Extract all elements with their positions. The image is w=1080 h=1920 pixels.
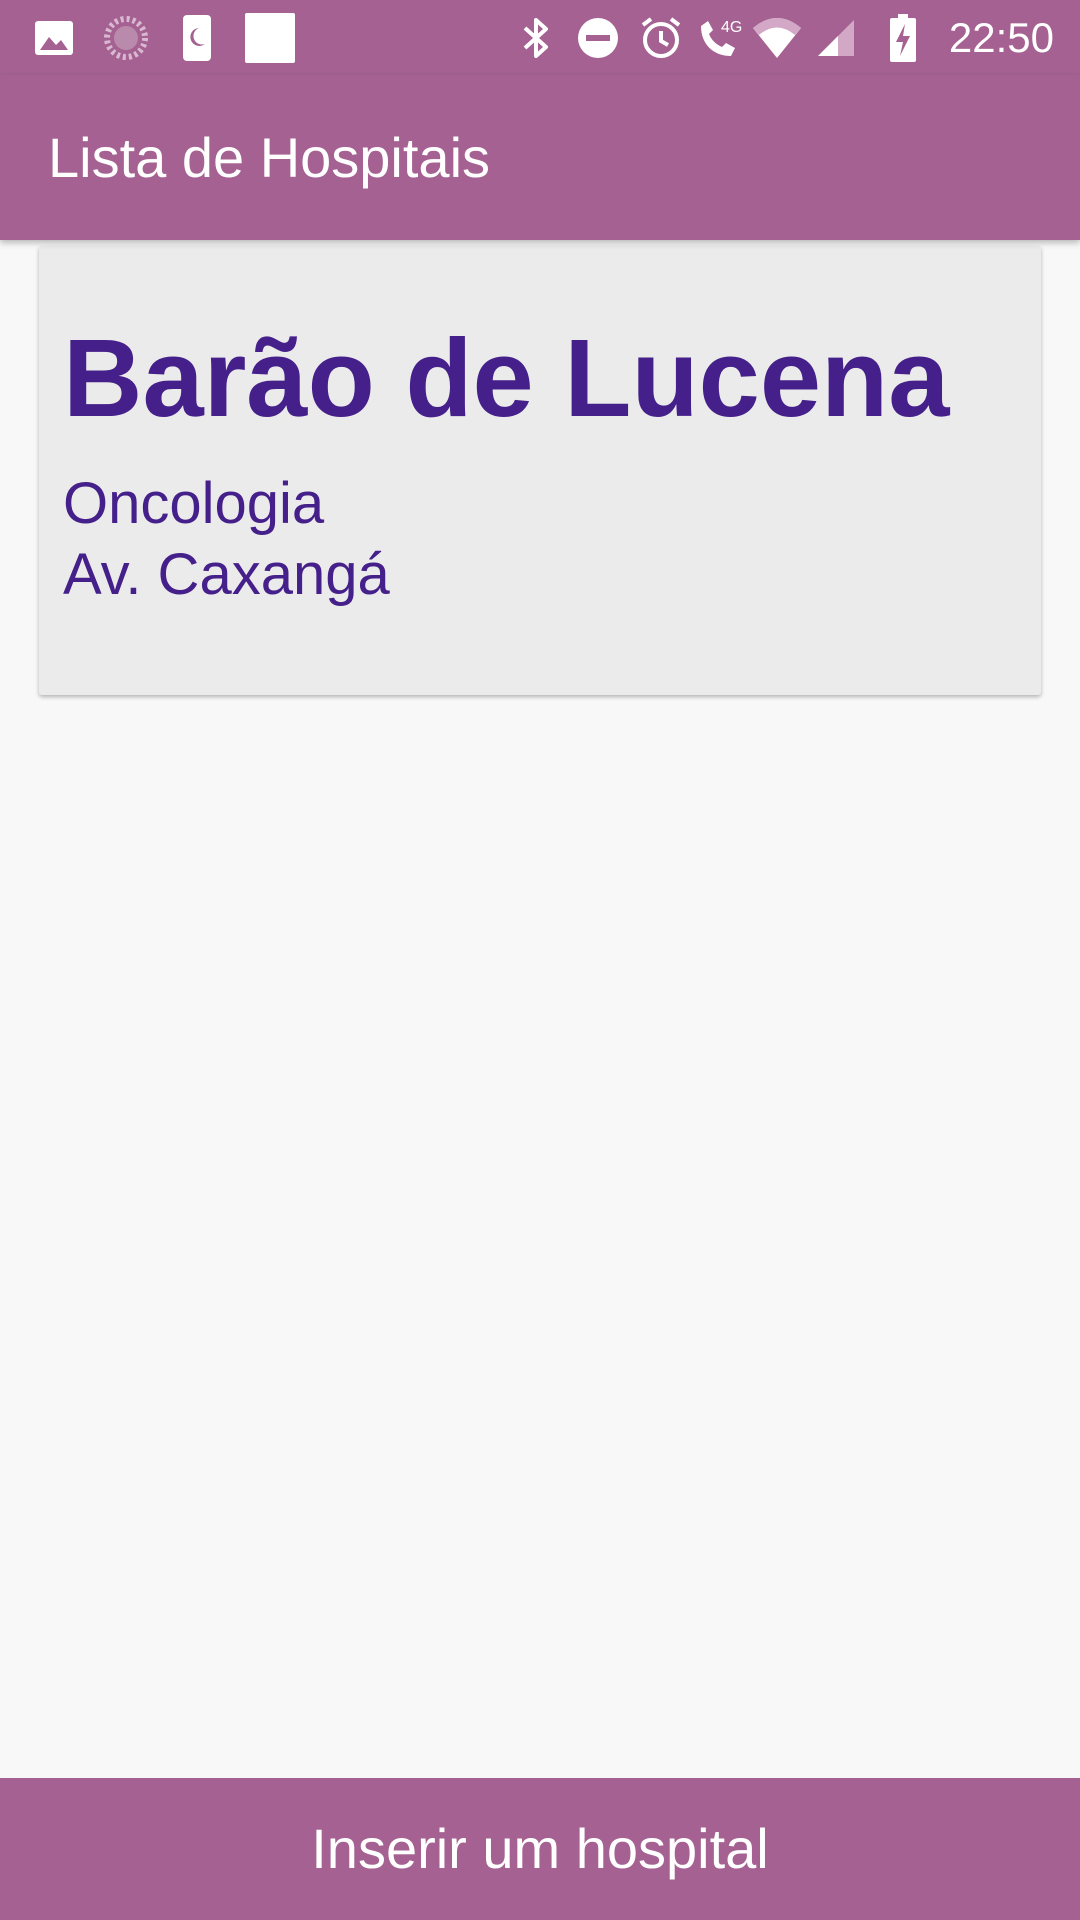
blank-square-icon [244, 10, 296, 66]
status-bar: 4G 22:50 [0, 0, 1080, 75]
loading-spinner-icon [102, 10, 150, 66]
image-icon [32, 10, 76, 66]
hospital-specialty: Oncologia [63, 471, 325, 536]
moon-icon [180, 10, 214, 66]
alarm-icon [638, 10, 684, 66]
network-type-label: 4G [721, 19, 742, 36]
hospital-list: Barão de Lucena Oncologia Av. Caxangá [0, 240, 1080, 1778]
bluetooth-icon [520, 10, 552, 66]
hospital-name: Barão de Lucena [63, 317, 950, 440]
battery-charging-icon [888, 10, 918, 66]
do-not-disturb-icon [575, 10, 621, 66]
app-bar: Lista de Hospitais [0, 75, 1080, 240]
insert-hospital-button[interactable]: Inserir um hospital [0, 1778, 1080, 1920]
hospital-card[interactable]: Barão de Lucena Oncologia Av. Caxangá [39, 246, 1041, 695]
page-title: Lista de Hospitais [48, 126, 491, 189]
status-time: 22:50 [948, 14, 1054, 61]
hospital-address: Av. Caxangá [63, 542, 390, 607]
wifi-icon [750, 10, 804, 66]
wifi-call-icon: 4G [694, 10, 744, 66]
cell-signal-icon [814, 10, 858, 66]
